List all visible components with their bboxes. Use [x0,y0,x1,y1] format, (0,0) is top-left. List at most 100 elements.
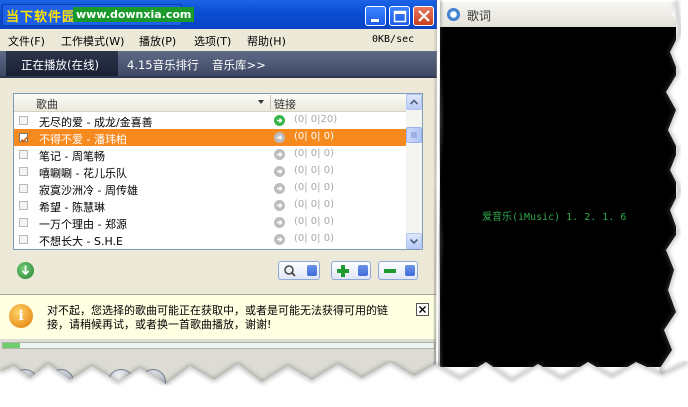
menu-file[interactable]: 文件(F) [8,33,45,49]
song-title: 不得不爱 - 潘玮柏 [39,133,127,146]
stop-button[interactable] [80,369,106,395]
minimize-icon [371,19,379,22]
chevron-up-icon [409,99,419,105]
dropdown-icon[interactable] [358,265,368,276]
tab-chart[interactable]: 4.15音乐排行 [127,57,199,73]
link-counts: (0| 0| 0) [294,199,334,210]
link-counts: (0| 0| 0) [294,131,334,142]
song-title: 无尽的爱 - 成龙/金喜善 [39,116,153,129]
playlist-panel: 歌曲 链接 无尽的爱 - 成龙/金喜善 (0| 0|20) 不得不爱 - 潘玮柏 (0… [0,78,437,294]
list-item[interactable]: 无尽的爱 - 成龙/金喜善 (0| 0|20) [14,112,406,129]
remove-song-button[interactable] [378,261,418,280]
scroll-up-button[interactable] [406,94,422,110]
previous-button[interactable] [12,369,38,395]
message-bar: i 对不起，您选择的歌曲可能正在获取中，或者是可能无法获得可用的链接，请稍候再试… [0,294,437,339]
lyrics-icon [447,8,460,21]
brand-name: 当下软件园 [6,10,77,25]
info-icon: i [9,304,33,328]
song-checkbox[interactable] [19,201,28,210]
locate-song-button[interactable] [17,262,34,279]
song-title: 一万个理由 - 郑源 [39,218,127,231]
link-status-icon[interactable] [274,217,285,228]
title-bar[interactable]: 当下软件园 www.downxia.com [0,0,437,29]
minimize-button[interactable] [365,6,386,26]
brand-logo: 当下软件园 www.downxia.com [2,4,195,26]
link-status-icon[interactable] [274,115,285,126]
scroll-thumb[interactable] [406,127,422,143]
list-header: 歌曲 链接 [14,94,406,112]
progress-fill [3,343,21,348]
link-counts: (0| 0| 0) [294,233,334,244]
player-window: 当下软件园 www.downxia.com 文件(F) 工作模式(W) 播放(P… [0,0,437,407]
play-button[interactable] [48,369,74,395]
lyrics-display: 爱音乐(iMusic) 1. 2. 1. 6 [440,27,676,367]
column-divider[interactable] [270,95,271,110]
tab-now-playing-label: 正在播放(在线) [21,58,99,72]
maximize-button[interactable] [389,6,410,26]
close-button[interactable] [413,6,434,26]
dropdown-icon[interactable] [405,265,415,276]
next-button[interactable] [108,369,134,395]
tab-music-library[interactable]: 音乐库>> [212,57,266,73]
playback-controls [0,339,437,407]
lyrics-text: 爱音乐(iMusic) 1. 2. 1. 6 [482,212,627,223]
menu-play[interactable]: 播放(P) [139,33,176,49]
progress-bar[interactable] [2,342,435,349]
list-item[interactable]: 不得不爱 - 潘玮柏 (0| 0| 0) [14,129,406,146]
message-close-button[interactable] [416,303,429,316]
song-list: 歌曲 链接 无尽的爱 - 成龙/金喜善 (0| 0|20) 不得不爱 - 潘玮柏 (0… [13,93,423,250]
dropdown-icon[interactable] [307,265,317,276]
lyrics-title: 歌词 [467,9,492,23]
link-counts: (0| 0| 0) [294,216,334,227]
locate-icon [21,265,30,276]
column-song[interactable]: 歌曲 [36,96,58,112]
song-checkbox[interactable] [19,184,28,193]
check-icon [20,136,29,143]
link-status-icon[interactable] [274,132,285,143]
link-counts: (0| 0| 0) [294,182,334,193]
menu-options[interactable]: 选项(T) [194,33,231,49]
list-item[interactable]: 一万个理由 - 郑源 (0| 0| 0) [14,214,406,231]
song-checkbox[interactable] [19,133,29,143]
link-counts: (0| 0| 0) [294,148,334,159]
link-counts: (0| 0| 0) [294,165,334,176]
volume-button[interactable] [140,369,166,395]
song-checkbox[interactable] [19,116,28,125]
song-title: 寂寞沙洲冷 - 周传雄 [39,184,138,197]
message-text: 对不起，您选择的歌曲可能正在获取中，或者是可能无法获得可用的链接，请稍候再试，或… [47,304,388,331]
link-status-icon[interactable] [274,200,285,211]
link-status-icon[interactable] [274,234,285,245]
menu-work-mode[interactable]: 工作模式(W) [61,33,124,49]
chevron-down-icon [409,238,419,245]
tab-now-playing[interactable]: 正在播放(在线) [6,51,118,76]
lyrics-header: 歌词 [440,2,676,27]
song-title: 不想长大 - S.H.E [39,235,123,248]
link-status-icon[interactable] [274,149,285,160]
list-item[interactable]: 笔记 - 周笔畅 (0| 0| 0) [14,146,406,163]
list-item[interactable]: 希望 - 陈慧琳 (0| 0| 0) [14,197,406,214]
song-title: 笔记 - 周笔畅 [39,150,105,163]
song-title: 希望 - 陈慧琳 [39,201,105,214]
song-checkbox[interactable] [19,150,28,159]
search-icon [284,265,296,277]
grip-icon [411,132,417,138]
list-item[interactable]: 嘻唰唰 - 花儿乐队 (0| 0| 0) [14,163,406,180]
search-button[interactable] [278,261,320,280]
link-status-icon[interactable] [274,183,285,194]
song-checkbox[interactable] [19,218,28,227]
scroll-down-button[interactable] [406,233,422,249]
add-song-button[interactable] [331,261,371,280]
scrollbar[interactable] [406,94,422,249]
list-item[interactable]: 不想长大 - S.H.E (0| 0| 0) [14,231,406,248]
tab-bar: 正在播放(在线) 4.15音乐排行 音乐库>> [0,51,437,78]
transfer-speed: 0KB/sec [372,34,415,45]
song-checkbox[interactable] [19,167,28,176]
minus-icon [384,269,396,273]
link-status-icon[interactable] [274,166,285,177]
sort-arrow-icon[interactable] [258,100,264,104]
column-link[interactable]: 链接 [274,96,296,112]
brand-url: www.downxia.com [73,7,195,22]
list-item[interactable]: 寂寞沙洲冷 - 周传雄 (0| 0| 0) [14,180,406,197]
song-checkbox[interactable] [19,235,28,244]
menu-help[interactable]: 帮助(H) [247,33,286,49]
